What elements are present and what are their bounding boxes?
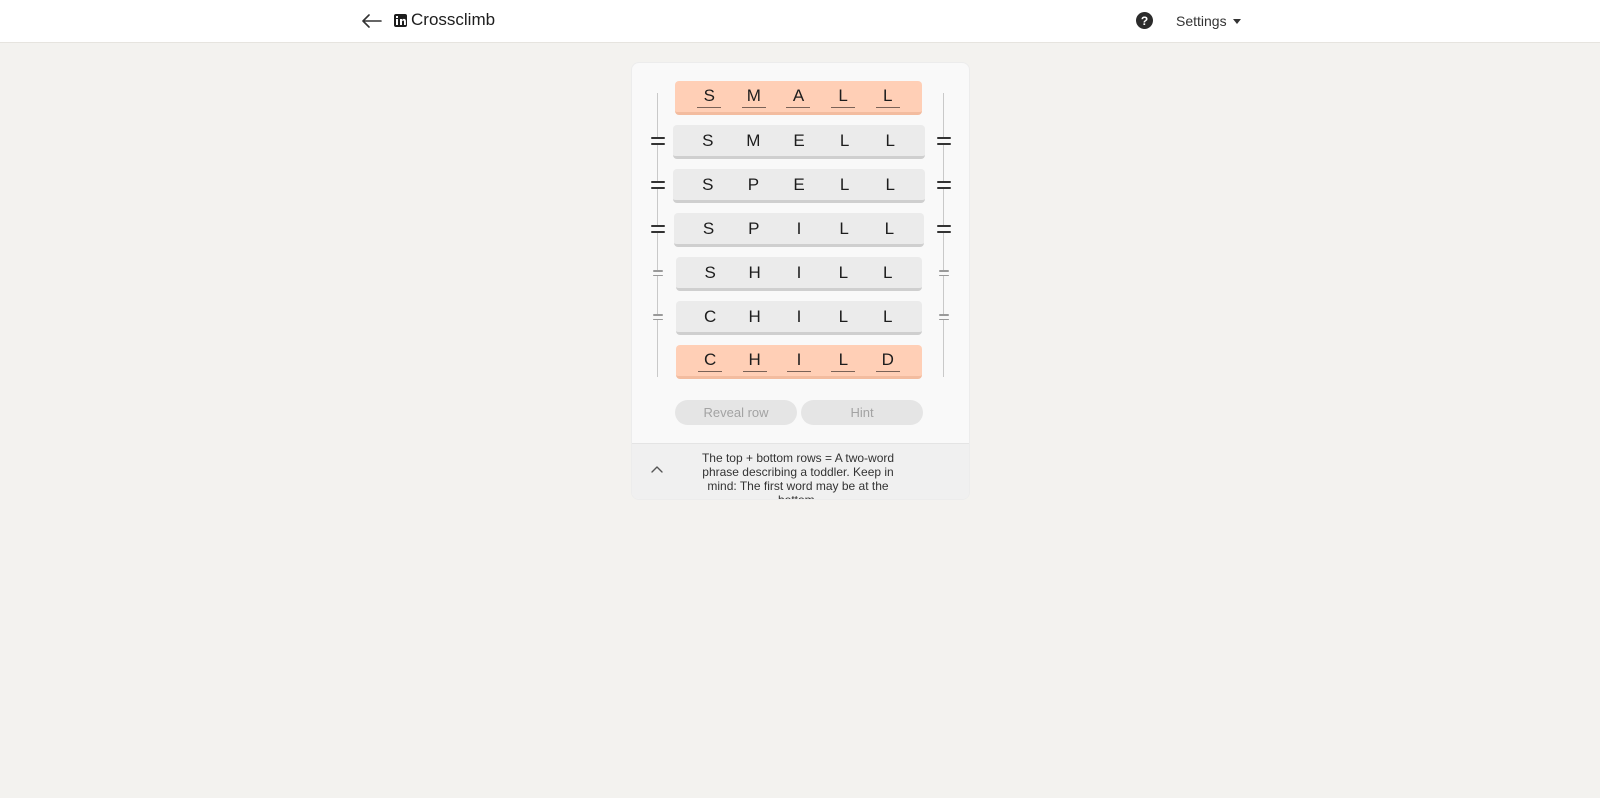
left-rail (657, 93, 658, 377)
letter-cell: M (741, 86, 766, 108)
right-rail (943, 93, 944, 377)
chevron-up-icon[interactable] (650, 463, 664, 477)
letter-cell: L (839, 130, 850, 150)
puzzle-card: S M A L L S M E L L S P E L L S P I L L … (631, 62, 970, 500)
letter-cell: S (697, 86, 722, 108)
letter-cell: L (885, 130, 895, 150)
letter-cell: L (831, 350, 856, 372)
caret-down-icon (1232, 18, 1241, 24)
letter-cell: L (838, 306, 849, 326)
equals-icon (651, 137, 665, 145)
brand: Crossclimb (394, 10, 495, 30)
letter-cell: E (793, 130, 805, 150)
back-arrow-icon[interactable] (360, 9, 384, 33)
equals-icon (653, 270, 663, 276)
equals-icon (937, 137, 951, 145)
letter-cell: C (704, 306, 717, 326)
word-row-top[interactable]: S M A L L (675, 81, 922, 115)
letter-cell: I (796, 306, 802, 326)
word-row-bottom[interactable]: C H I L D (676, 345, 922, 379)
letter-cell: S (702, 130, 714, 150)
letter-cell: L (831, 86, 856, 108)
page-title: Crossclimb (411, 10, 496, 29)
equals-icon (651, 181, 665, 189)
letter-cell: E (793, 174, 805, 194)
letter-cell: S (702, 174, 714, 194)
letter-cell: M (746, 130, 761, 150)
equals-icon (653, 314, 663, 320)
letter-cell: I (796, 262, 802, 282)
equals-icon (937, 181, 951, 189)
letter-cell: L (838, 262, 849, 282)
equals-icon (651, 225, 665, 233)
letter-cell: A (786, 86, 811, 108)
equals-icon (937, 225, 951, 233)
letter-cell: S (702, 218, 715, 238)
word-row[interactable]: C H I L L (676, 301, 922, 335)
reveal-row-button[interactable]: Reveal row (675, 400, 797, 425)
word-row[interactable]: S H I L L (676, 257, 922, 291)
word-row[interactable]: S P E L L (673, 169, 925, 203)
letter-cell: P (748, 218, 760, 238)
letter-cell: I (786, 350, 811, 372)
top-bar: Crossclimb ? Settings (0, 0, 1600, 43)
settings-label: Settings (1176, 13, 1227, 29)
letter-cell: L (885, 174, 895, 194)
letter-cell: D (875, 350, 900, 372)
letter-cell: L (883, 262, 893, 282)
settings-dropdown[interactable]: Settings (1176, 13, 1241, 29)
clue-panel: The top + bottom rows = A two-word phras… (632, 443, 969, 500)
letter-cell: L (839, 218, 849, 238)
word-row[interactable]: S P I L L (674, 213, 924, 247)
letter-cell: L (839, 174, 850, 194)
letter-cell: L (883, 306, 893, 326)
letter-cell: H (748, 262, 761, 282)
help-icon[interactable]: ? (1136, 12, 1153, 29)
letter-cell: L (884, 218, 895, 238)
letter-cell: C (698, 350, 723, 372)
letter-cell: L (875, 86, 900, 108)
word-row[interactable]: S M E L L (673, 125, 925, 159)
letter-cell: P (747, 174, 760, 194)
equals-icon (939, 314, 949, 320)
equals-icon (939, 270, 949, 276)
linkedin-logo-icon (394, 13, 407, 27)
clue-text: The top + bottom rows = A two-word phras… (701, 451, 895, 500)
hint-button[interactable]: Hint (801, 400, 923, 425)
letter-cell: I (796, 218, 802, 238)
letter-cell: H (742, 350, 767, 372)
letter-cell: H (748, 306, 761, 326)
letter-cell: S (704, 262, 716, 282)
